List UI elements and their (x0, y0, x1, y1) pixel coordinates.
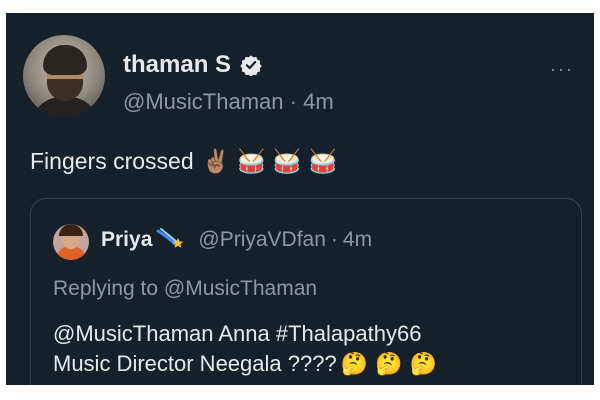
drum-emoji: 🥁 (237, 148, 266, 174)
author-name-row: thaman S (123, 51, 262, 79)
author-avatar[interactable] (23, 35, 105, 117)
author-handle[interactable]: @MusicThaman (123, 89, 284, 114)
drum-emoji: 🥁 (308, 148, 338, 174)
quoted-text-line-1: @MusicThaman Anna #Thalapathy66 (53, 321, 422, 346)
verified-badge-icon (240, 55, 262, 76)
quoted-author-name[interactable]: Priya (101, 228, 152, 252)
quoted-author-handle[interactable]: @PriyaVDfan (198, 228, 326, 252)
thinking-face-emoji: 🤔 (340, 351, 369, 376)
quoted-meta-separator: · (330, 228, 338, 251)
more-options-icon[interactable]: ··· (550, 59, 574, 80)
drum-emoji: 🥁 (272, 148, 302, 174)
author-meta: @MusicThaman · 4m (123, 89, 334, 115)
tweet-text: Fingers crossed (30, 148, 194, 174)
author-display-name[interactable]: thaman S (123, 51, 231, 79)
meta-separator: · (289, 89, 297, 114)
replying-to-label[interactable]: Replying to @MusicThaman (53, 277, 317, 301)
quoted-timestamp[interactable]: 4m (343, 228, 372, 252)
quoted-author-row: Priya @PriyaVDfan · 4m (101, 227, 372, 253)
tweet-card[interactable]: thaman S @MusicThaman · 4m ··· Fingers c… (6, 13, 594, 385)
tweet-body: Fingers crossed ✌🏽 🥁 🥁 🥁 (30, 148, 344, 175)
tweet-timestamp[interactable]: 4m (303, 89, 334, 114)
comet-sticker-icon (156, 228, 184, 248)
quoted-tweet[interactable]: Priya @PriyaVDfan · 4m Replying to @Musi… (30, 198, 582, 385)
thinking-face-emoji: 🤔 (375, 351, 403, 376)
quoted-tweet-text: @MusicThaman Anna #Thalapathy66 Music Di… (53, 319, 563, 379)
thinking-face-emoji: 🤔 (409, 351, 437, 376)
quoted-text-line-2: Music Director Neegala ???? (53, 351, 337, 376)
quoted-author-avatar[interactable] (53, 224, 89, 260)
victory-hand-emoji: ✌🏽 (201, 148, 231, 174)
